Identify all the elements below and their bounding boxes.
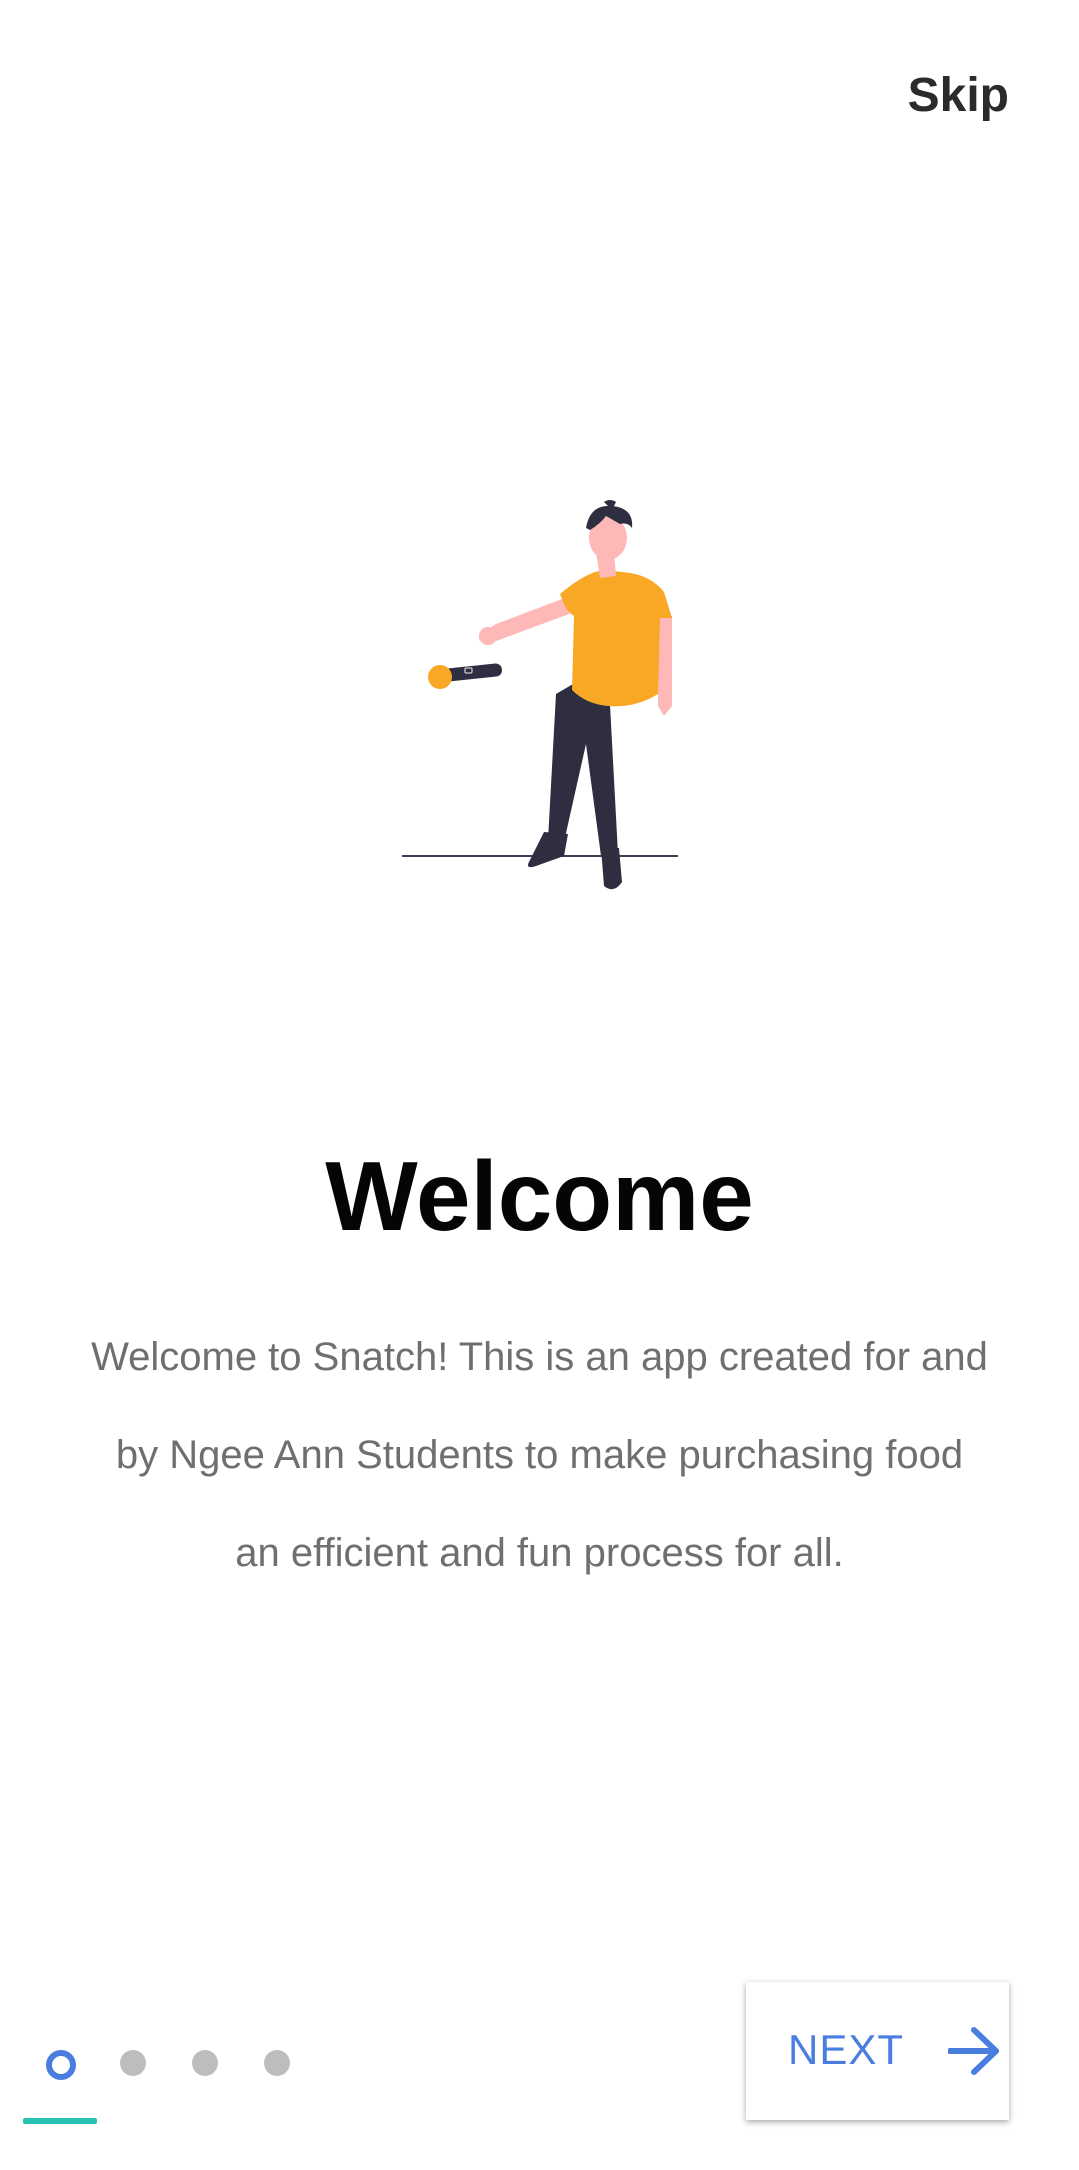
page-dot-4[interactable] xyxy=(264,2050,290,2076)
skip-button[interactable]: Skip xyxy=(908,68,1009,123)
active-page-underline xyxy=(23,2118,97,2124)
page-indicator xyxy=(0,2030,400,2124)
onboarding-description: Welcome to Snatch! This is an app create… xyxy=(91,1335,988,1575)
microphone-icon xyxy=(428,663,502,689)
page-dot-3[interactable] xyxy=(192,2050,218,2076)
person-dropping-microphone-illustration xyxy=(402,500,678,890)
arrow-right-icon xyxy=(948,2027,999,2075)
page-dot-2[interactable] xyxy=(120,2050,146,2076)
next-button-label: NEXT xyxy=(788,2026,905,2073)
onboarding-title: Welcome xyxy=(325,1141,754,1251)
page-dot-1[interactable] xyxy=(46,2050,76,2080)
next-button[interactable]: NEXT xyxy=(746,1982,1009,2120)
